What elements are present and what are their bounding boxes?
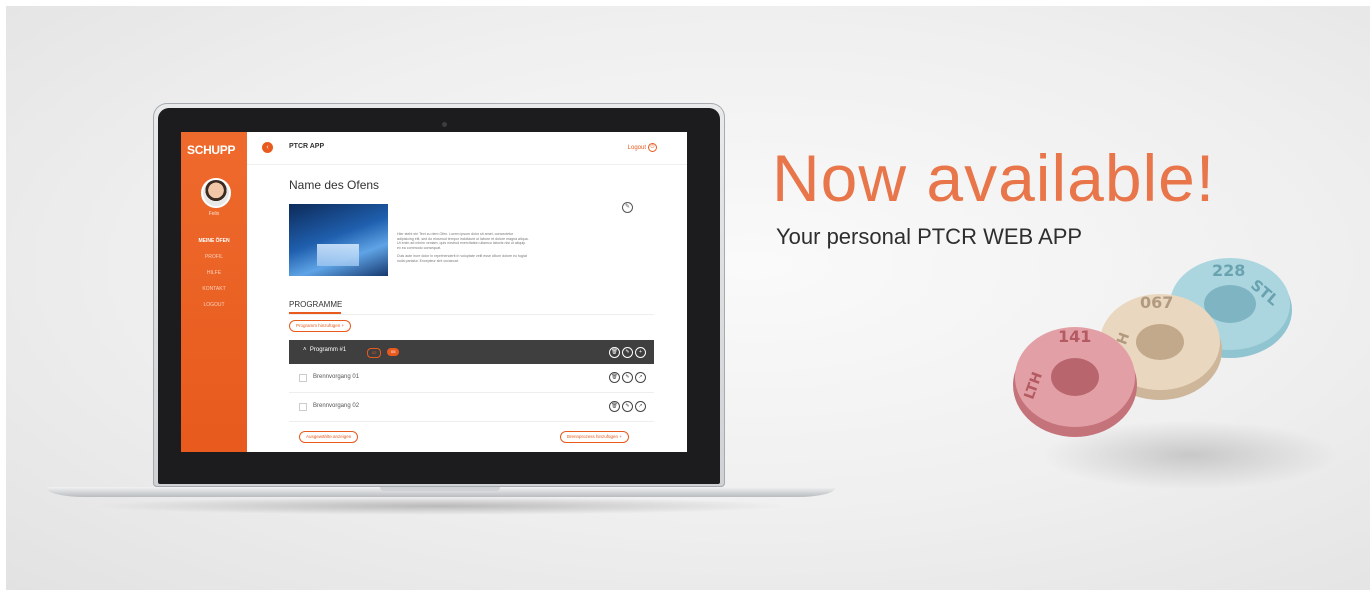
row-label: Brennvorgang 01 <box>313 374 360 380</box>
headline: Now available! <box>772 141 1216 215</box>
chevron-up-icon: ˄ <box>303 347 307 353</box>
logout-label: Logout <box>627 145 646 152</box>
chart-icon[interactable]: ↗ <box>635 372 646 383</box>
program-label: Programm #1 <box>309 347 347 353</box>
add-firing-button[interactable]: Brennprozess hinzufügen + <box>560 431 629 443</box>
row-actions: 🗑 ✎ ↗ <box>609 372 646 383</box>
row-label: Brennvorgang 02 <box>313 403 360 409</box>
program-badge-outline: 02 <box>367 348 382 358</box>
power-icon: ⏻ <box>648 143 657 152</box>
delete-icon[interactable]: 🗑 <box>609 347 620 358</box>
sidebar-item-logout[interactable]: LOGOUT <box>181 297 247 313</box>
sidebar-item-profil[interactable]: PROFIL <box>181 249 247 265</box>
edit-icon[interactable]: ✎ <box>622 372 633 383</box>
row-checkbox[interactable] <box>299 403 307 411</box>
subheadline: Your personal PTCR WEB APP <box>776 224 1083 249</box>
ring-eth-top: 067 <box>1140 293 1173 312</box>
chevron-left-icon: ‹ <box>266 144 269 151</box>
chart-icon[interactable]: ↗ <box>635 401 646 412</box>
sidebar-item-kontakt[interactable]: KONTAKT <box>181 281 247 297</box>
program-header[interactable]: ˄ Programm #1 02 05 🗑 ✎ + <box>289 340 654 364</box>
row-actions: 🗑 ✎ ↗ <box>609 401 646 412</box>
camera-icon <box>442 122 447 127</box>
oven-shelf <box>317 244 359 266</box>
sidebar-menu: MEINE ÖFEN PROFIL HILFE KONTAKT LOGOUT <box>181 233 247 313</box>
oven-description: Hier steht ein Text zu dem Ofen. Lorem i… <box>397 232 529 268</box>
show-selected-button[interactable]: Ausgewählte anzeigen <box>299 431 359 443</box>
app-content: Name des Ofens ✎ Hier steht ein Text zu … <box>247 164 687 452</box>
app-title: PTCR APP <box>289 143 325 150</box>
program-name: ˄ Programm #1 <box>303 347 346 353</box>
laptop-shadow <box>90 497 790 515</box>
oven-image <box>289 204 388 276</box>
plus-icon: + <box>341 323 345 328</box>
laptop-base <box>47 487 835 497</box>
program-actions: 🗑 ✎ + <box>609 347 646 358</box>
laptop-notch <box>380 487 500 491</box>
tab-programme[interactable]: PROGRAMME <box>289 300 342 309</box>
left-frame-edge <box>0 0 6 590</box>
program-badge-filled: 05 <box>387 348 400 356</box>
page-title: Name des Ofens <box>289 178 380 192</box>
laptop-screen: SCHUPP Felix MEINE ÖFEN PROFIL HILFE KON… <box>181 132 687 452</box>
ring-lth: 141 LTH <box>1013 327 1137 437</box>
row-checkbox[interactable] <box>299 374 307 382</box>
divider <box>289 314 654 315</box>
user-name: Felix <box>208 211 220 217</box>
schupp-logo: SCHUPP <box>187 143 236 157</box>
app-sidebar: SCHUPP Felix MEINE ÖFEN PROFIL HILFE KON… <box>181 132 247 452</box>
edit-icon[interactable]: ✎ <box>622 401 633 412</box>
add-icon[interactable]: + <box>635 347 646 358</box>
ring-lth-top: 141 <box>1058 327 1091 346</box>
laptop-lid: SCHUPP Felix MEINE ÖFEN PROFIL HILFE KON… <box>153 103 725 487</box>
delete-icon[interactable]: 🗑 <box>609 401 620 412</box>
table-row: Brennvorgang 01 🗑 ✎ ↗ <box>289 364 654 393</box>
top-frame-edge <box>0 0 1370 6</box>
add-program-label: Programm hinzufügen <box>296 323 341 328</box>
edit-icon[interactable]: ✎ <box>622 347 633 358</box>
edit-oven-icon[interactable]: ✎ <box>622 202 633 213</box>
back-button[interactable]: ‹ <box>262 142 273 153</box>
table-row: Brennvorgang 02 🗑 ✎ ↗ <box>289 393 654 422</box>
add-program-button[interactable]: Programm hinzufügen + <box>289 320 352 332</box>
description-paragraph: Duis aute irure dolor in reprehenderit i… <box>397 254 527 263</box>
sidebar-item-meine-oefen[interactable]: MEINE ÖFEN <box>181 233 247 249</box>
logout-button[interactable]: Logout ⏻ <box>628 143 657 152</box>
add-firing-label: Brennprozess hinzufügen <box>567 434 619 439</box>
description-paragraph: Hier steht ein Text zu dem Ofen. Lorem i… <box>397 232 529 250</box>
avatar[interactable] <box>201 178 231 208</box>
sidebar-item-hilfe[interactable]: HILFE <box>181 265 247 281</box>
ring-stl-top: 228 <box>1212 261 1245 280</box>
app-header: ‹ PTCR APP Logout ⏻ <box>247 132 687 165</box>
delete-icon[interactable]: 🗑 <box>609 372 620 383</box>
ptcr-rings-illustration: 228 STL 067 ETH 141 LTH <box>1013 258 1292 437</box>
plus-icon: + <box>619 434 622 439</box>
